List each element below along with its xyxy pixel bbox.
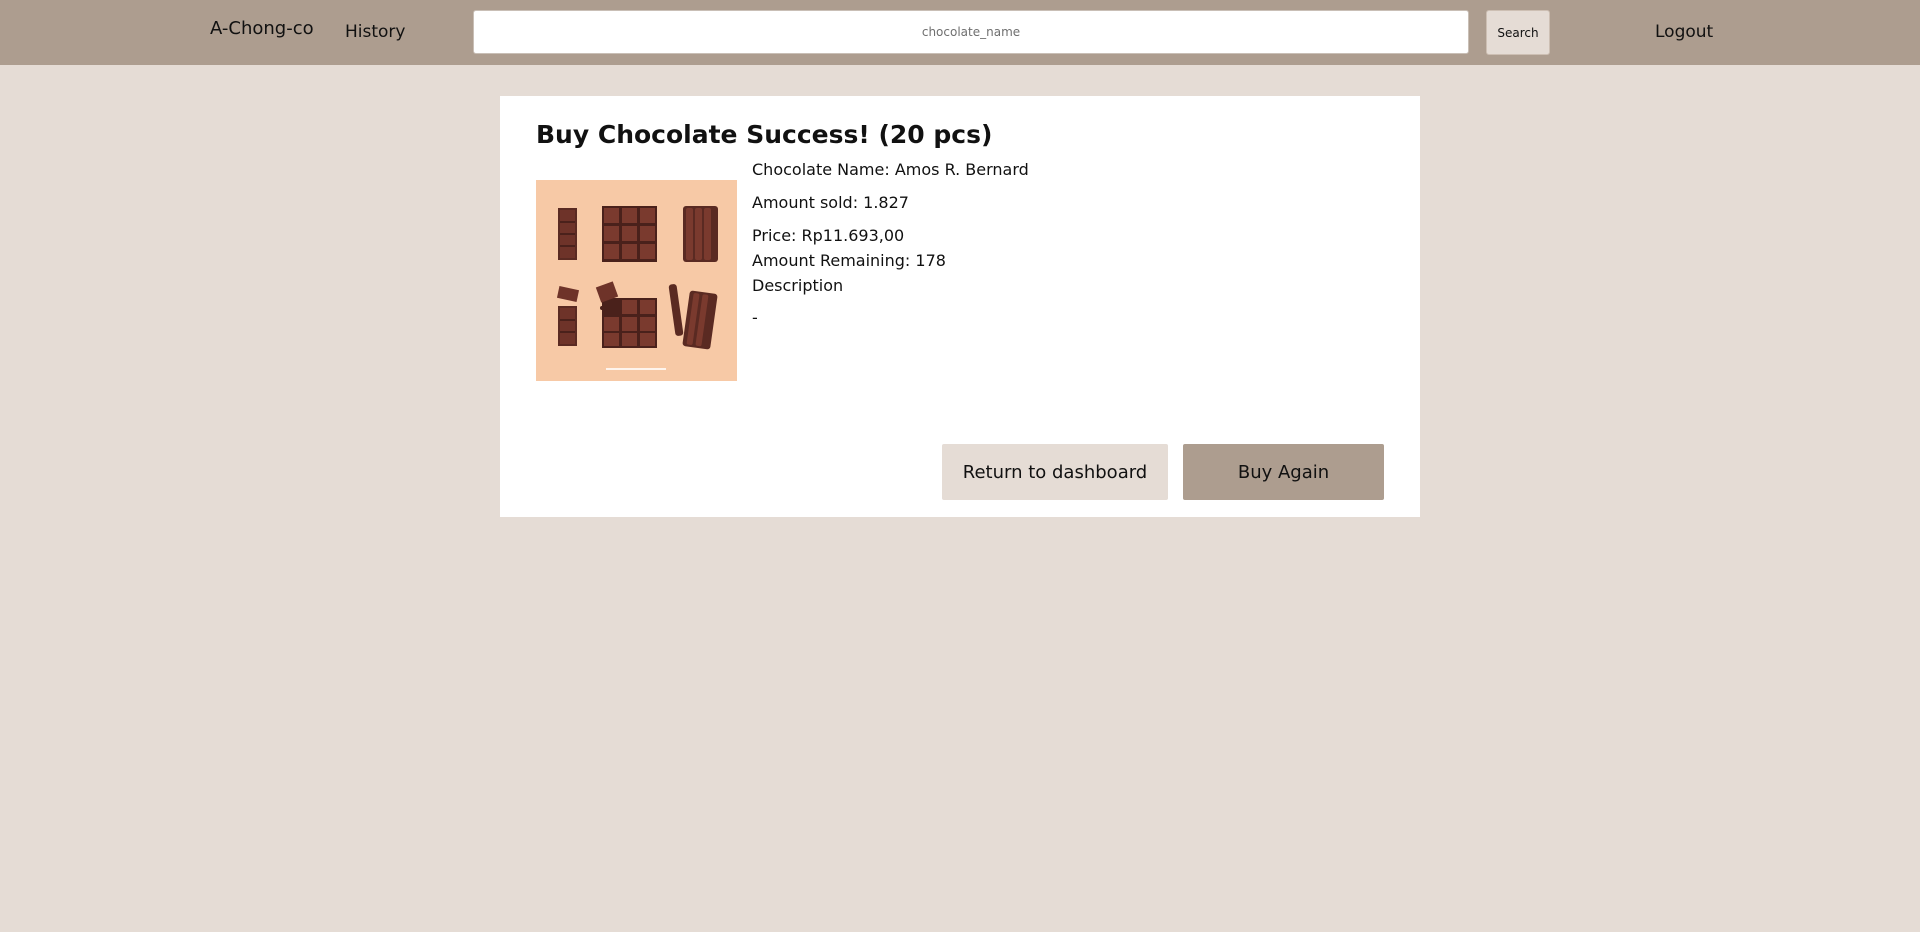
purchase-success-card: Buy Chocolate Success! (20 pcs) Chocolat… (500, 96, 1420, 517)
logout-link[interactable]: Logout (1655, 22, 1713, 42)
page-title: Buy Chocolate Success! (20 pcs) (536, 120, 993, 149)
amount-sold-text: Amount sold: 1.827 (752, 193, 909, 212)
brand-logo-link[interactable]: A-Chong-co (210, 18, 314, 39)
chocolate-name-text: Chocolate Name: Amos R. Bernard (752, 160, 1029, 179)
description-text: - (752, 308, 758, 327)
return-to-dashboard-button[interactable]: Return to dashboard (942, 444, 1168, 500)
chocolate-bars-illustration (536, 180, 737, 381)
price-text: Price: Rp11.693,00 (752, 226, 905, 245)
amount-remaining-text: Amount Remaining: 178 (752, 251, 946, 270)
search-input[interactable] (473, 10, 1469, 54)
top-navbar: A-Chong-co History Search Logout (0, 0, 1920, 65)
buy-again-button[interactable]: Buy Again (1183, 444, 1384, 500)
chocolate-product-image (536, 180, 737, 381)
search-button[interactable]: Search (1486, 10, 1550, 55)
description-label: Description (752, 276, 844, 295)
nav-history-link[interactable]: History (345, 22, 405, 42)
